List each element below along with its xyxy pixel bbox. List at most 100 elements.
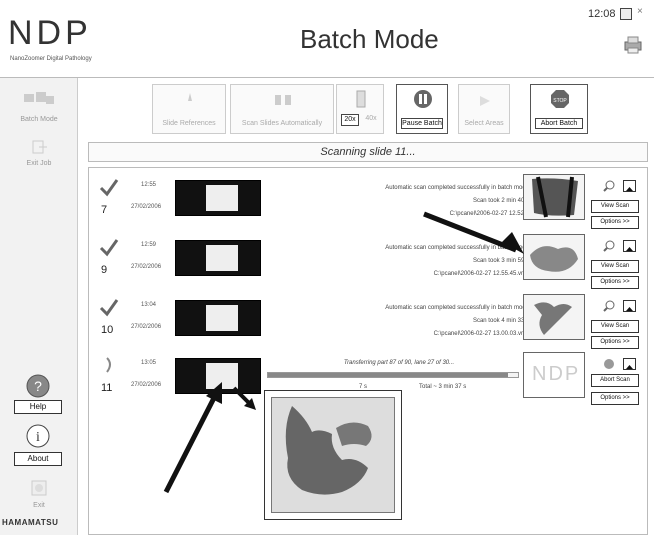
slide-references-label: Slide References [162, 120, 216, 127]
progress-status: Transferring part 87 of 90, lane 27 of 3… [343, 360, 455, 366]
batch-mode-label: Batch Mode [20, 116, 58, 123]
info-icon[interactable]: i [26, 424, 50, 448]
batch-row-10[interactable]: 10 13:04 27/02/2006 Automatic scan compl… [89, 294, 647, 356]
scan-date: 27/02/2006 [131, 204, 162, 210]
message-line-1: Automatic scan completed successfully in… [385, 185, 529, 191]
scan-icon [275, 95, 291, 105]
batch-mode-button[interactable]: Batch Mode [6, 88, 72, 123]
check-icon [99, 239, 119, 257]
abort-batch-button[interactable]: STOP Abort Batch [530, 84, 588, 134]
zoom-40x-button[interactable]: 40x [362, 114, 380, 126]
scan-time: 13:04 [141, 302, 157, 308]
message-line-2: Scan took 4 min 33 s [472, 318, 529, 324]
svg-text:i: i [36, 430, 40, 445]
message-line-3: C:\pcanel\2006-02-27 13.00.03.vms [433, 331, 529, 337]
magnifier-icon[interactable] [603, 180, 615, 192]
zoom-20x-button[interactable]: 20x [341, 114, 359, 126]
message-line-2: Scan took 2 min 40 s [472, 198, 529, 204]
slide-number: 9 [101, 264, 108, 276]
triangle-up-icon [626, 307, 633, 311]
collapse-button[interactable] [623, 240, 636, 252]
exit-job-label: Exit Job [26, 160, 52, 167]
exit-icon [31, 480, 47, 496]
minimize-button[interactable] [620, 8, 632, 20]
scan-message: Automatic scan completed successfully in… [269, 302, 529, 341]
zoom-selector [336, 84, 384, 134]
collapse-button[interactable] [623, 180, 636, 192]
slide-zoom-inset [264, 390, 402, 520]
exit-job-icon [32, 140, 47, 154]
options-button[interactable]: Options >> [591, 276, 639, 289]
annotation-arrow [423, 211, 524, 254]
abort-scan-button[interactable]: Abort Scan [591, 374, 639, 387]
batch-row-7[interactable]: 7 12:55 27/02/2006 Automatic scan comple… [89, 174, 647, 236]
svg-text:STOP: STOP [553, 98, 567, 104]
batch-row-9[interactable]: 9 12:59 27/02/2006 Automatic scan comple… [89, 234, 647, 296]
message-line-1: Automatic scan completed successfully in… [385, 305, 529, 311]
slide-references-icon [188, 93, 192, 101]
app-logo-subtitle: NanoZoomer Digital Pathology [10, 56, 92, 62]
batch-mode-icon [24, 92, 54, 104]
scan-preview[interactable] [523, 234, 585, 280]
progress-fill [268, 373, 508, 377]
exit-button[interactable]: Exit [6, 478, 72, 509]
scan-slides-label: Scan Slides Automatically [241, 120, 323, 127]
page-title: Batch Mode [300, 24, 439, 54]
collapse-button[interactable] [623, 300, 636, 312]
select-areas-label: Select Areas [464, 120, 504, 127]
close-icon[interactable]: × [637, 6, 643, 17]
scan-time: 12:55 [141, 182, 157, 188]
pause-batch-button[interactable]: Pause Batch [396, 84, 448, 134]
message-line-3: C:\pcanel\2006-02-27 12.55.45.vms [433, 271, 529, 277]
app-header: NDP NanoZoomer Digital Pathology Batch M… [0, 0, 654, 78]
objective-icon [356, 90, 366, 108]
help-icon[interactable]: ? [26, 374, 50, 398]
exit-job-button[interactable]: Exit Job [6, 138, 72, 167]
slide-thumbnail [175, 180, 261, 216]
printer-icon[interactable] [622, 36, 644, 54]
slide-number: 7 [101, 204, 108, 216]
sidebar: Batch Mode Exit Job ? Help i About Exit [0, 78, 78, 535]
scan-preview[interactable] [523, 174, 585, 220]
view-scan-button[interactable]: View Scan [591, 200, 639, 213]
options-button[interactable]: Options >> [591, 392, 639, 405]
abort-batch-label: Abort Batch [535, 118, 583, 129]
view-scan-button[interactable]: View Scan [591, 320, 639, 333]
svg-text:?: ? [34, 378, 42, 394]
scan-preview-placeholder: NDP [523, 352, 585, 398]
scan-preview[interactable] [523, 294, 585, 340]
toolbar: Slide References Scan Slides Automatical… [88, 78, 648, 140]
magnifier-icon[interactable] [603, 300, 615, 312]
exit-label: Exit [33, 502, 45, 509]
slide-number: 10 [101, 324, 114, 336]
scan-date: 27/02/2006 [131, 264, 162, 270]
triangle-up-icon [626, 365, 633, 369]
app-logo: NDP [8, 14, 92, 52]
status-bar: Scanning slide 11... [88, 142, 648, 162]
slide-thumbnail [175, 300, 261, 336]
scan-time: 12:59 [141, 242, 157, 248]
progress-bar [267, 372, 519, 378]
status-light-icon [604, 359, 614, 369]
slide-references-button[interactable]: Slide References [152, 84, 226, 134]
clock: 12:08 [588, 8, 616, 20]
help-button[interactable]: Help [14, 400, 62, 414]
placeholder-logo: NDP [532, 363, 581, 385]
select-areas-button[interactable]: Select Areas [458, 84, 510, 134]
view-scan-button[interactable]: View Scan [591, 260, 639, 273]
annotation-arrow [232, 386, 256, 410]
check-icon [99, 179, 119, 197]
options-button[interactable]: Options >> [591, 216, 639, 229]
collapse-button[interactable] [623, 358, 636, 370]
scan-slides-automatically-button[interactable]: Scan Slides Automatically [230, 84, 334, 134]
in-progress-icon [106, 357, 111, 373]
options-button[interactable]: Options >> [591, 336, 639, 349]
slide-number: 11 [101, 382, 113, 394]
tissue-image [271, 397, 395, 513]
pause-icon [414, 90, 432, 108]
select-areas-icon [480, 96, 490, 106]
about-button[interactable]: About [14, 452, 62, 466]
magnifier-icon[interactable] [603, 240, 615, 252]
total-time: Total ~ 3 min 37 s [419, 384, 467, 390]
triangle-up-icon [626, 247, 633, 251]
